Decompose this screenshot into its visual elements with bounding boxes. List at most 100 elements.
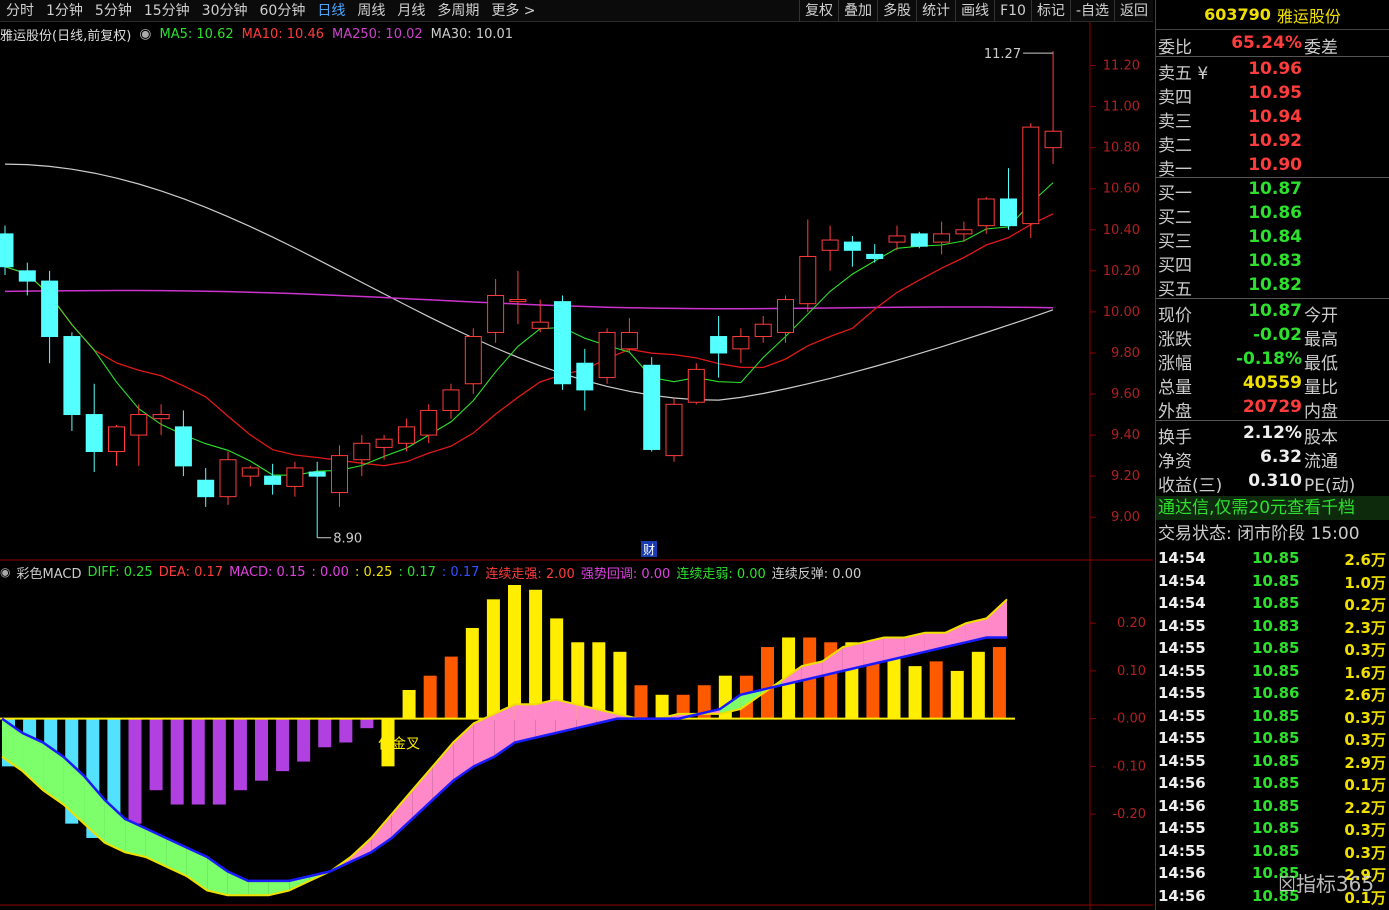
stock-series-name: 雅运股份(日线,前复权) — [0, 28, 132, 44]
stat2-row: 换手 2.12% 股本 — [1156, 422, 1389, 448]
ask-price: 10.92 — [1248, 131, 1302, 151]
watermark-logo: ☒指标365 — [1278, 868, 1374, 897]
stat2-label: 换手 — [1158, 428, 1192, 448]
tick-time: 14:55 — [1158, 684, 1206, 702]
tool-button-7[interactable]: -自选 — [1069, 0, 1114, 22]
tool-button-8[interactable]: 返回 — [1114, 0, 1153, 22]
price-tick-label: 10.40 — [1103, 223, 1140, 238]
stat-label-2: 量比 — [1304, 378, 1338, 398]
macd-tick-label: -0.00 — [1112, 712, 1146, 727]
price-tick-label: 10.00 — [1103, 305, 1140, 320]
price-tick-label: 9.00 — [1111, 510, 1140, 525]
period-tab-5[interactable]: 60分钟 — [254, 0, 312, 22]
chart-canvas[interactable]: 11.20 11.00 10.80 10.60 10.40 10.20 10.00 9.80 9… — [0, 0, 1153, 910]
tick-qty: 2.6万 — [1344, 551, 1386, 569]
period-tab-7[interactable]: 周线 — [351, 0, 391, 22]
period-tab-3[interactable]: 15分钟 — [138, 0, 196, 22]
period-tab-4[interactable]: 30分钟 — [196, 0, 254, 22]
tool-button-4[interactable]: 画线 — [955, 0, 994, 22]
candle-body — [799, 255, 817, 305]
diff-dea-fill — [391, 790, 413, 838]
stat2-row: 收益(三) 0.310 PE(动) — [1156, 470, 1389, 496]
tool-button-3[interactable]: 统计 — [916, 0, 955, 22]
stat2-label: 净资 — [1158, 452, 1192, 472]
stat-row: 涨跌 -0.02 最高 — [1156, 324, 1389, 350]
tick-row: 14:55 10.85 0.3万 — [1156, 638, 1389, 661]
tick-price: 10.85 — [1252, 796, 1300, 815]
tick-time: 14:55 — [1158, 751, 1206, 770]
indicator-menu-icon[interactable]: ◉ — [0, 565, 10, 579]
period-tab-8[interactable]: 月线 — [391, 0, 431, 22]
macd-bar — [465, 627, 479, 719]
tool-button-0[interactable]: 复权 — [799, 0, 838, 22]
tick-price: 10.83 — [1252, 616, 1300, 635]
ad-banner[interactable]: 通达信,仅需20元查看千档 — [1156, 496, 1389, 520]
price-tick-label: 11.00 — [1103, 100, 1140, 115]
tick-time: 14:54 — [1158, 571, 1206, 590]
stat-label-2: 今开 — [1304, 306, 1338, 326]
macd-value-1: : 0.00 — [311, 564, 349, 580]
stat2-label: 收益(三) — [1158, 476, 1223, 496]
period-tab-0[interactable]: 分时 — [0, 0, 40, 22]
tick-qty: 1.0万 — [1344, 573, 1386, 592]
diff-dea-fill — [43, 742, 64, 805]
macd-bar — [992, 647, 1006, 719]
tick-row: 14:54 10.85 0.2万 — [1156, 593, 1389, 616]
ma250-label: MA250: 10.02 — [332, 26, 423, 42]
tool-button-6[interactable]: 标记 — [1030, 0, 1070, 22]
candle-body — [933, 233, 951, 243]
macd-bar — [971, 651, 985, 719]
period-tabs: 分时 1分钟 5分钟 15分钟 30分钟 60分钟 日线 周线 月线 多周期 更多 > — [0, 0, 542, 22]
period-tab-9[interactable]: 多周期 — [431, 0, 485, 22]
candle-body — [442, 389, 460, 411]
stat-label-2: 内盘 — [1304, 402, 1338, 422]
period-tab-1[interactable]: 1分钟 — [40, 0, 89, 22]
macd-bar — [212, 718, 226, 805]
candle-body — [1044, 130, 1062, 149]
stock-name: 雅运股份 — [1276, 6, 1341, 26]
stat-value: 40559 — [1242, 373, 1302, 393]
diff-label: DIFF: 0.25 — [87, 564, 153, 580]
stat-row: 涨幅 -0.18% 最低 — [1156, 348, 1389, 374]
macd-bar — [297, 718, 311, 762]
tick-time: 14:56 — [1158, 774, 1206, 792]
stat-row: 总量 40559 量比 — [1156, 372, 1389, 398]
tick-time: 14:55 — [1158, 661, 1206, 680]
macd-bar — [128, 718, 142, 824]
macd-bar — [508, 585, 521, 719]
tick-qty: 0.2万 — [1344, 596, 1386, 614]
stat-label: 涨幅 — [1158, 354, 1192, 374]
tool-button-2[interactable]: 多股 — [877, 0, 916, 22]
tick-price: 10.85 — [1252, 774, 1300, 792]
tick-qty: 0.3万 — [1344, 708, 1386, 727]
period-tab-6[interactable]: 日线 — [311, 0, 351, 22]
macd-bar — [149, 718, 163, 791]
macd-bar — [761, 647, 774, 719]
candle-body — [130, 414, 148, 436]
candle-body — [531, 321, 549, 329]
candle-body — [353, 442, 371, 461]
tool-button-5[interactable]: F10 — [994, 0, 1031, 22]
period-toolbar: 分时 1分钟 5分钟 15分钟 30分钟 60分钟 日线 周线 月线 多周期 更多 > 复权 叠加 多股… — [0, 0, 1153, 22]
period-tab-2[interactable]: 5分钟 — [89, 0, 138, 22]
settings-circle-icon[interactable]: ◉ — [139, 26, 151, 42]
tool-button-1[interactable]: 叠加 — [838, 0, 877, 22]
diff-dea-fill — [986, 599, 1007, 638]
weibi-value: 65.24% — [1231, 33, 1302, 53]
tick-time: 14:55 — [1158, 819, 1206, 837]
bid-row: 买一 10.87 — [1156, 178, 1389, 204]
tick-row: 14:55 10.85 0.3万 — [1156, 841, 1389, 864]
ma5-label: MA5: 10.62 — [159, 26, 234, 42]
candle-body — [464, 336, 482, 385]
candle-body — [152, 414, 170, 420]
macd-bar — [444, 656, 458, 719]
tick-time: 14:56 — [1158, 796, 1206, 815]
candle-body — [219, 459, 237, 498]
macd-bar — [950, 670, 964, 719]
macd-bar — [592, 642, 606, 719]
period-tab-10[interactable]: 更多 > — [485, 0, 541, 22]
tick-row: 14:56 10.85 2.2万 — [1156, 796, 1389, 819]
tick-time: 14:54 — [1158, 594, 1206, 612]
tick-row: 14:54 10.85 2.6万 — [1156, 548, 1389, 571]
stat-value: -0.18% — [1235, 349, 1302, 369]
